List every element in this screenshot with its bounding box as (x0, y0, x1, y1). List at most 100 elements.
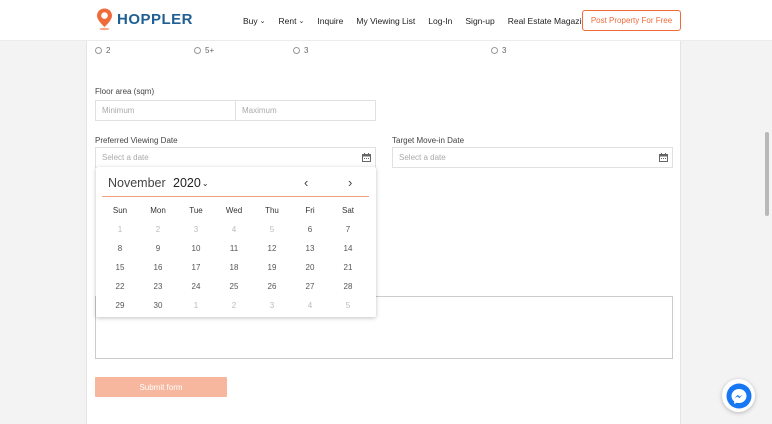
calendar-icon[interactable] (659, 153, 668, 162)
calendar-day[interactable]: 21 (329, 263, 367, 272)
calendar-week-row: 8 9 10 11 12 13 14 (101, 239, 367, 258)
move-in-date-label: Target Move-in Date (392, 136, 465, 145)
calendar-day[interactable]: 6 (291, 225, 329, 234)
calendar-week-row: 29 30 1 2 3 4 5 (101, 296, 367, 315)
calendar-day[interactable]: 23 (139, 282, 177, 291)
messenger-icon (726, 383, 751, 408)
nav-log-in[interactable]: Log-In (428, 16, 452, 26)
location-pin-icon (97, 8, 112, 31)
nav-my-viewing-list[interactable]: My Viewing List (356, 16, 415, 26)
weekday-label: Thu (265, 206, 279, 215)
calendar-day[interactable]: 15 (101, 263, 139, 272)
radio-label: 5+ (205, 46, 215, 55)
calendar-month: November (108, 176, 166, 190)
calendar-week-row: 15 16 17 18 19 20 21 (101, 258, 367, 277)
nav-real-estate-magazine[interactable]: Real Estate Magazine (508, 16, 591, 26)
radio-label: 3 (304, 46, 309, 55)
viewing-date-placeholder: Select a date (102, 153, 149, 162)
calendar-day-outside[interactable]: 5 (329, 301, 367, 310)
nav-buy[interactable]: Buy ⌄ (243, 16, 266, 26)
calendar-day[interactable]: 27 (291, 282, 329, 291)
calendar-grid: Sun Mon Tue Wed Thu Fri Sat 1 2 3 4 5 6 7 8 9 10 11 12 13 1… (101, 201, 367, 315)
nav-rent-label: Rent (278, 15, 297, 26)
calendar-day-outside[interactable]: 3 (253, 301, 291, 310)
calendar-day-outside[interactable]: 2 (215, 301, 253, 310)
weekday-label: Fri (305, 206, 315, 215)
calendar-day[interactable]: 22 (101, 282, 139, 291)
chevron-down-icon: ⌄ (201, 178, 209, 188)
weekday-label: Mon (150, 206, 166, 215)
radio-option[interactable]: 3 (491, 46, 506, 55)
radio-option[interactable]: 5+ (194, 46, 214, 55)
next-month-button[interactable]: › (348, 175, 352, 190)
calendar-day[interactable]: 26 (253, 282, 291, 291)
calendar-day-outside[interactable]: 4 (291, 301, 329, 310)
calendar-day-outside[interactable]: 5 (253, 225, 291, 234)
calendar-day[interactable]: 24 (177, 282, 215, 291)
calendar-day-outside[interactable]: 2 (139, 225, 177, 234)
floor-area-max-input[interactable]: Maximum (235, 100, 376, 121)
calendar-divider (102, 196, 369, 197)
viewing-date-input[interactable]: Select a date (95, 147, 376, 168)
calendar-day[interactable]: 28 (329, 282, 367, 291)
weekday-label: Sat (341, 206, 354, 215)
nav-buy-label: Buy (243, 15, 258, 26)
calendar-day[interactable]: 10 (177, 244, 215, 253)
prev-month-button[interactable]: ‹ (304, 175, 308, 190)
post-property-button[interactable]: Post Property For Free (582, 10, 681, 31)
calendar-day[interactable]: 16 (139, 263, 177, 272)
calendar-day[interactable]: 19 (253, 263, 291, 272)
calendar-day[interactable]: 14 (329, 244, 367, 253)
min-placeholder: Minimum (102, 106, 135, 115)
page-scrollbar[interactable] (765, 132, 769, 216)
date-picker-popup: November 2020 ⌄ ‹ › Sun Mon Tue Wed Thu Fri Sat… (96, 167, 376, 317)
viewing-date-label: Preferred Viewing Date (95, 136, 178, 145)
radio-circle (95, 47, 102, 54)
calendar-day-outside[interactable]: 1 (101, 225, 139, 234)
chevron-down-icon: ⌄ (298, 17, 305, 25)
calendar-day[interactable]: 20 (291, 263, 329, 272)
calendar-day[interactable]: 12 (253, 244, 291, 253)
calendar-day[interactable]: 18 (215, 263, 253, 272)
weekday-header: Sun Mon Tue Wed Thu Fri Sat (101, 201, 367, 220)
logo-text: HOPPLER (117, 11, 194, 28)
nav-inquire[interactable]: Inquire (317, 16, 343, 26)
hoppler-logo[interactable]: HOPPLER (96, 8, 193, 31)
calendar-day[interactable]: 17 (177, 263, 215, 272)
calendar-year-select[interactable]: 2020 ⌄ (173, 176, 209, 190)
calendar-day[interactable]: 7 (329, 225, 367, 234)
calendar-week-row: 1234567 (101, 220, 367, 239)
calendar-icon[interactable] (362, 153, 371, 162)
floor-area-min-input[interactable]: Minimum (95, 100, 236, 121)
floor-area-label: Floor area (sqm) (95, 87, 155, 96)
calendar-day[interactable]: 11 (215, 244, 253, 253)
radio-circle (491, 47, 498, 54)
radio-circle (194, 47, 201, 54)
weekday-label: Sun (112, 206, 128, 215)
radio-option[interactable]: 2 (95, 46, 110, 55)
calendar-day-outside[interactable]: 3 (177, 225, 215, 234)
radio-option[interactable]: 3 (293, 46, 308, 55)
radio-label: 3 (502, 46, 507, 55)
nav-sign-up[interactable]: Sign-up (465, 16, 494, 26)
weekday-label: Tue (189, 206, 203, 215)
chevron-down-icon: ⌄ (259, 17, 266, 25)
calendar-day-outside[interactable]: 4 (215, 225, 253, 234)
radio-circle (293, 47, 300, 54)
calendar-week-row: 22 23 24 25 26 27 28 (101, 277, 367, 296)
calendar-day-outside[interactable]: 1 (177, 301, 215, 310)
radio-label: 2 (106, 46, 111, 55)
move-in-date-input[interactable]: Select a date (392, 147, 673, 168)
main-nav: Buy ⌄ Rent ⌄ Inquire My Viewing List Log-I… (243, 0, 604, 41)
submit-form-button[interactable]: Submit form (95, 377, 227, 397)
calendar-day[interactable]: 8 (101, 244, 139, 253)
calendar-day[interactable]: 25 (215, 282, 253, 291)
calendar-day[interactable]: 30 (139, 301, 177, 310)
calendar-day[interactable]: 13 (291, 244, 329, 253)
nav-rent[interactable]: Rent ⌄ (279, 16, 305, 26)
site-header: HOPPLER Buy ⌄ Rent ⌄ Inquire My Viewing Li… (0, 0, 772, 41)
calendar-day[interactable]: 9 (139, 244, 177, 253)
calendar-day[interactable]: 29 (101, 301, 139, 310)
messenger-chat-button[interactable] (722, 379, 755, 412)
max-placeholder: Maximum (242, 106, 277, 115)
